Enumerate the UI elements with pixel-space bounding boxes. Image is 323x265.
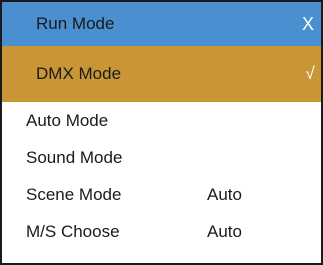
menu-item-label: DMX Mode: [36, 64, 122, 83]
ms-choose-value: Auto: [207, 222, 242, 241]
menu-item-label: Scene Mode: [26, 185, 122, 204]
menu-item-dmx-mode[interactable]: DMX Mode √: [2, 46, 321, 102]
run-mode-window: Run Mode X DMX Mode √ Auto Mode Sound Mo…: [0, 0, 323, 265]
menu-item-label: Auto Mode: [26, 111, 109, 130]
menu-item-scene-mode[interactable]: Scene Mode Auto: [2, 176, 321, 213]
menu-item-label: M/S Choose: [26, 222, 120, 241]
menu-item-auto-mode[interactable]: Auto Mode: [2, 102, 321, 139]
menu-item-label: Sound Mode: [26, 148, 123, 167]
run-mode-menu: DMX Mode √ Auto Mode Sound Mode Scene Mo…: [2, 46, 321, 250]
window-title: Run Mode: [36, 14, 115, 33]
scene-mode-value: Auto: [207, 185, 242, 204]
close-button[interactable]: X: [297, 2, 319, 46]
menu-item-ms-choose[interactable]: M/S Choose Auto: [2, 213, 321, 250]
menu-item-sound-mode[interactable]: Sound Mode: [2, 139, 321, 176]
checkmark-icon: √: [305, 64, 315, 83]
title-bar: Run Mode X: [2, 2, 321, 46]
